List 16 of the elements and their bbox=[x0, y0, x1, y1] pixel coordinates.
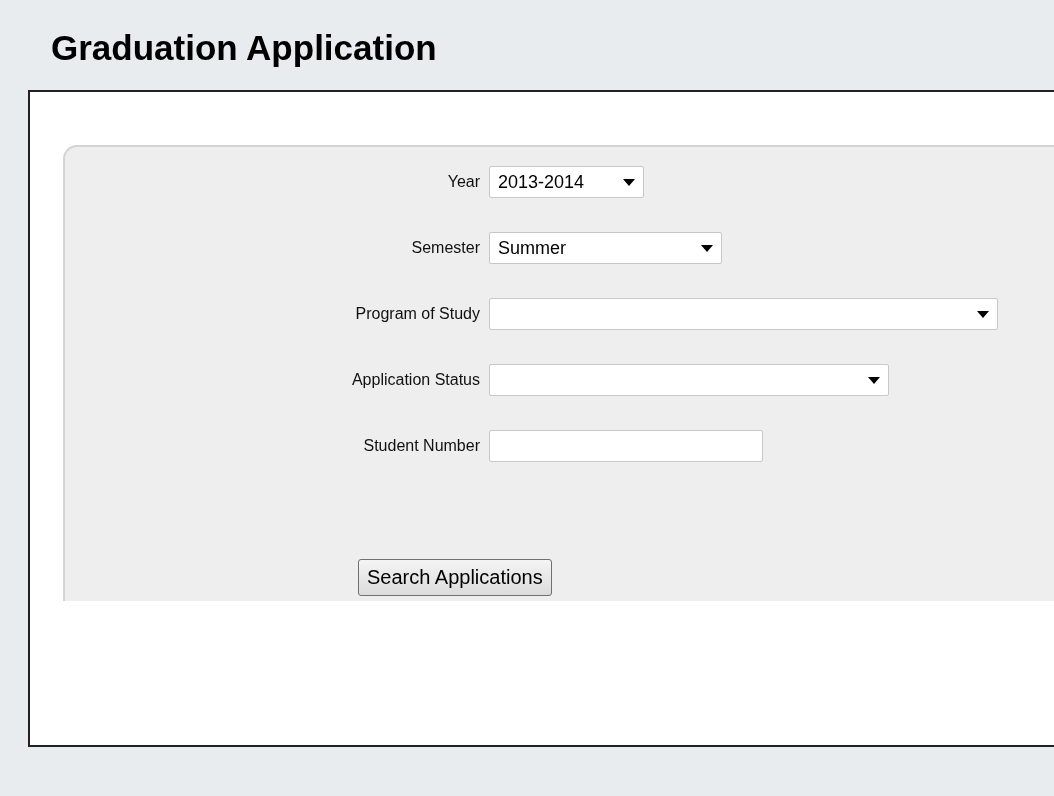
page-title: Graduation Application bbox=[51, 28, 437, 68]
search-button[interactable]: Search Applications bbox=[358, 559, 552, 596]
field-label: Student Number bbox=[362, 437, 481, 455]
caret-icon bbox=[623, 178, 635, 186]
field-label: Year bbox=[446, 173, 481, 191]
caret-icon bbox=[977, 310, 989, 318]
dropdown-field[interactable]: 2013-2014 bbox=[489, 166, 644, 198]
dropdown-field[interactable]: Summer bbox=[489, 232, 722, 264]
caret-icon bbox=[701, 244, 713, 252]
field-label: Application Status bbox=[350, 371, 481, 389]
dropdown-field[interactable] bbox=[489, 298, 998, 330]
caret-icon bbox=[868, 376, 880, 384]
field-label: Program of Study bbox=[354, 305, 481, 323]
input-field[interactable] bbox=[489, 430, 763, 462]
dropdown-field[interactable] bbox=[489, 364, 889, 396]
field-label: Semester bbox=[410, 239, 481, 257]
